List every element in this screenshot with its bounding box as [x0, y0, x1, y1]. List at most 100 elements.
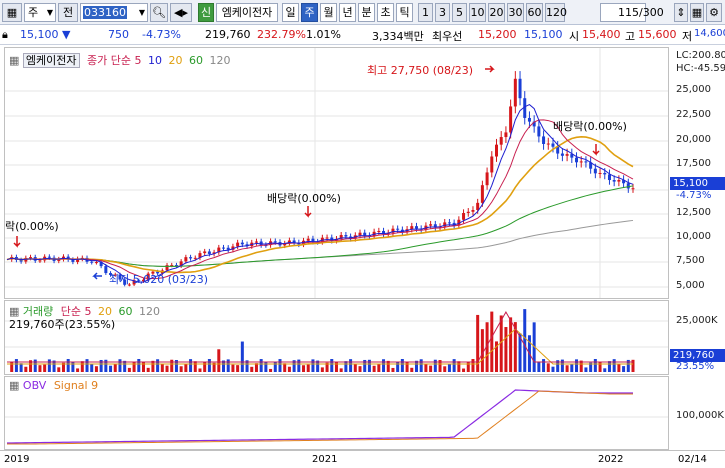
data-count-value: 115 [618, 6, 639, 19]
stock-code-input[interactable]: 033160 ▼ [80, 3, 148, 22]
new-badge: 신 [198, 3, 214, 22]
period-tab[interactable]: 월 [320, 3, 337, 22]
candle-body [184, 257, 188, 262]
annotation-dividend-1: 락(0.00%) [5, 220, 59, 233]
volume-current: 219,760주(23.55%) [9, 318, 116, 331]
period-tab[interactable]: 분 [358, 3, 375, 22]
volume-bar [269, 368, 273, 372]
candle-body [551, 143, 555, 147]
chart-menu-icon[interactable]: ▦ [9, 54, 19, 67]
vma120-label: 120 [139, 305, 161, 318]
candle-body [203, 251, 207, 254]
candle-body [306, 238, 310, 241]
interval-button[interactable]: 60 [526, 3, 543, 22]
candle-body [504, 132, 508, 138]
candle-body [560, 153, 564, 156]
chart-menu-icon[interactable]: ▦ [9, 379, 19, 392]
volume-bar [240, 341, 244, 372]
volume-bar [287, 366, 291, 372]
interval-button[interactable]: 3 [435, 3, 450, 22]
volume-bar [198, 368, 202, 372]
candle-body [292, 240, 296, 243]
volume-chart-panel[interactable]: ▦ 거래량 단순 5 20 60 120 219,760주(23.55%) [4, 300, 669, 375]
interval-button[interactable]: 5 [452, 3, 467, 22]
up-down-arrow-icon[interactable]: ⇕ [674, 3, 688, 22]
volume-bar [447, 363, 451, 372]
annotation-low: 최저 5,020 (03/23) [109, 273, 209, 286]
price-chart-panel[interactable]: ▦ 엠케이전자 종가 단순 5 10 20 60 120 최고 27,750 (… [4, 47, 669, 299]
interval-button[interactable]: 20 [488, 3, 505, 22]
price-chart [5, 48, 668, 298]
candle-body [189, 257, 193, 259]
open-label: 시 [569, 30, 580, 43]
volume-bar [617, 363, 621, 372]
ma120-label: 120 [209, 54, 231, 67]
interval-button[interactable]: 1 [418, 3, 433, 22]
volume-bar [283, 363, 287, 372]
grid-icon[interactable]: ▦ [690, 3, 704, 22]
candle-body [462, 213, 466, 220]
volume-bar [306, 364, 310, 372]
candle-body [254, 241, 258, 243]
settings-icon[interactable]: ⚙ [706, 3, 722, 22]
obv-legend: ▦ OBV Signal 9 [9, 379, 98, 392]
candle-body [476, 202, 480, 211]
volume-bar [146, 367, 150, 372]
period-tab[interactable]: 초 [377, 3, 394, 22]
price-tick: 22,500 [676, 109, 711, 120]
candle-body [607, 174, 611, 181]
volume-bar [273, 361, 277, 372]
volume-bar [76, 368, 80, 372]
volume-bar [278, 359, 282, 372]
lock-icon: 🔒︎ [2, 28, 8, 41]
candle-body [584, 161, 588, 163]
volume-bar [344, 361, 348, 372]
candle-body [490, 156, 494, 173]
candle-body [273, 241, 277, 243]
volume-bar [386, 360, 390, 372]
prev-button[interactable]: 전 [58, 3, 78, 22]
volume-bar [85, 359, 89, 372]
data-count-field[interactable]: 115/300 [600, 3, 664, 22]
turnover-rate: 1.01% [306, 28, 341, 41]
candle-body [363, 232, 367, 236]
volume-bar [353, 363, 357, 372]
volume-bar [537, 361, 541, 372]
period-tab[interactable]: 년 [339, 3, 356, 22]
year-label-2021: 2021 [312, 454, 338, 465]
period-tab[interactable]: 일 [282, 3, 299, 22]
data-count-total: /300 [639, 6, 664, 19]
market-select[interactable]: 주 ▼ [24, 3, 56, 22]
volume-bar [259, 359, 263, 372]
volume-tick: 25,000K [676, 315, 718, 326]
period-tab[interactable]: 틱 [396, 3, 413, 22]
candle-body [207, 251, 211, 254]
volume-bar [603, 368, 607, 372]
period-tab[interactable]: 주 [301, 3, 318, 22]
candle-body [542, 136, 546, 144]
current-date-label: 02/14 [678, 454, 707, 465]
candle-body [546, 143, 550, 145]
current-price-value: 15,100 [20, 28, 59, 41]
volume-bar [250, 366, 254, 372]
volume-bar [47, 359, 51, 372]
volume-bar [570, 364, 574, 372]
obv-chart-panel[interactable]: ▦ OBV Signal 9 [4, 376, 669, 450]
candle-body [240, 242, 244, 245]
obv-chart [5, 389, 668, 445]
search-icon[interactable]: 🔍︎ [150, 3, 168, 22]
candle-body [598, 172, 602, 174]
interval-button[interactable]: 30 [507, 3, 524, 22]
interval-button[interactable]: 120 [545, 3, 567, 22]
volume-bar [419, 359, 423, 372]
volume-bar [391, 367, 395, 372]
screen-icon[interactable]: ▦ [2, 3, 22, 22]
volume-value: 219,760 [205, 28, 251, 41]
ma10-label: 10 [148, 54, 162, 67]
candle-body [447, 222, 451, 224]
candle-body [626, 183, 630, 189]
volume-bar [311, 359, 315, 372]
speaker-icon[interactable]: ◀▸ [170, 3, 192, 22]
volume-bar [109, 365, 113, 372]
interval-button[interactable]: 10 [469, 3, 486, 22]
